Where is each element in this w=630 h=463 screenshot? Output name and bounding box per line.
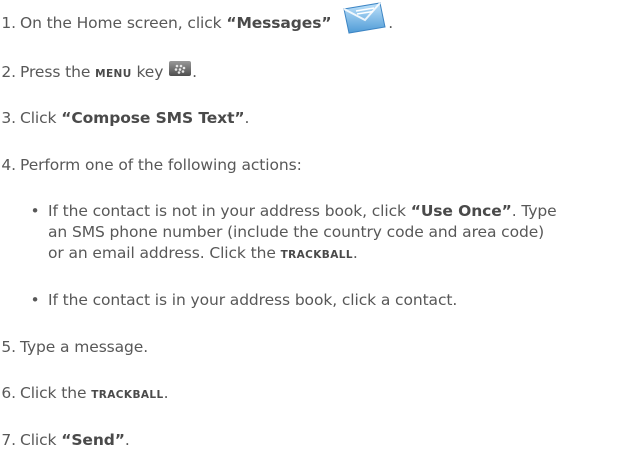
- step-text: Type a message.: [20, 338, 149, 356]
- step-number: 6.: [1, 384, 16, 402]
- step-number: 4.: [1, 156, 16, 174]
- bullet-text: . Type: [511, 202, 557, 220]
- use-once-label: “Use Once”: [410, 202, 512, 220]
- step-text: Perform one of the following actions:: [20, 156, 302, 174]
- step-3-period: .: [244, 109, 250, 127]
- step-text: Click: [20, 431, 62, 449]
- step-number: 7.: [1, 431, 16, 449]
- bullet-marker: •: [30, 291, 40, 309]
- step-text-mid: key: [131, 63, 169, 81]
- step-7: 7. Click “Send”.: [0, 430, 130, 450]
- step-number: 2.: [1, 63, 16, 81]
- step-3: 3. Click “Compose SMS Text”.: [0, 108, 249, 128]
- step-number: 5.: [1, 338, 16, 356]
- messages-envelope-icon: [340, 0, 388, 39]
- step-7-period: .: [124, 431, 130, 449]
- step-6-period: .: [163, 384, 169, 402]
- step-2: 2. Press the MENU key .: [0, 60, 197, 84]
- step-text: On the Home screen, click: [20, 14, 227, 32]
- compose-sms-label: “Compose SMS Text”: [61, 109, 245, 127]
- step-number: 1.: [1, 14, 16, 32]
- step-number: 3.: [1, 109, 16, 127]
- bullet-text: If the contact is not in your address bo…: [48, 202, 411, 220]
- bullet-1-line-3: or an email address. Click the TRACKBALL…: [48, 243, 358, 265]
- step-2-period: .: [192, 63, 197, 81]
- trackball-key-label: TRACKBALL: [91, 389, 164, 401]
- bullet-text: or an email address. Click the: [48, 244, 281, 262]
- blackberry-menu-key-icon: [168, 60, 192, 82]
- step-5: 5. Type a message.: [0, 337, 148, 357]
- messages-label: “Messages”: [226, 14, 332, 32]
- menu-key-label: MENU: [95, 68, 132, 80]
- step-text: Click the: [20, 384, 92, 402]
- bullet-text: If the contact is in your address book, …: [48, 291, 458, 309]
- step-4: 4. Perform one of the following actions:: [0, 155, 302, 175]
- trackball-key-label: TRACKBALL: [280, 249, 353, 261]
- step-1: 1. On the Home screen, click “Messages” .: [0, 2, 394, 39]
- step-text: Press the: [20, 63, 96, 81]
- bullet-1-line-2: an SMS phone number (include the country…: [48, 222, 544, 242]
- step-text: Click: [20, 109, 62, 127]
- bullet-marker: •: [30, 202, 40, 220]
- send-label: “Send”: [61, 431, 125, 449]
- bullet-text: an SMS phone number (include the country…: [48, 223, 545, 241]
- bullet-2: • If the contact is in your address book,…: [28, 290, 457, 310]
- step-1-period: .: [388, 14, 394, 32]
- bullet-1-line-1: • If the contact is not in your address b…: [28, 201, 557, 221]
- bullet-text: .: [352, 244, 358, 262]
- step-6: 6. Click the TRACKBALL.: [0, 383, 168, 405]
